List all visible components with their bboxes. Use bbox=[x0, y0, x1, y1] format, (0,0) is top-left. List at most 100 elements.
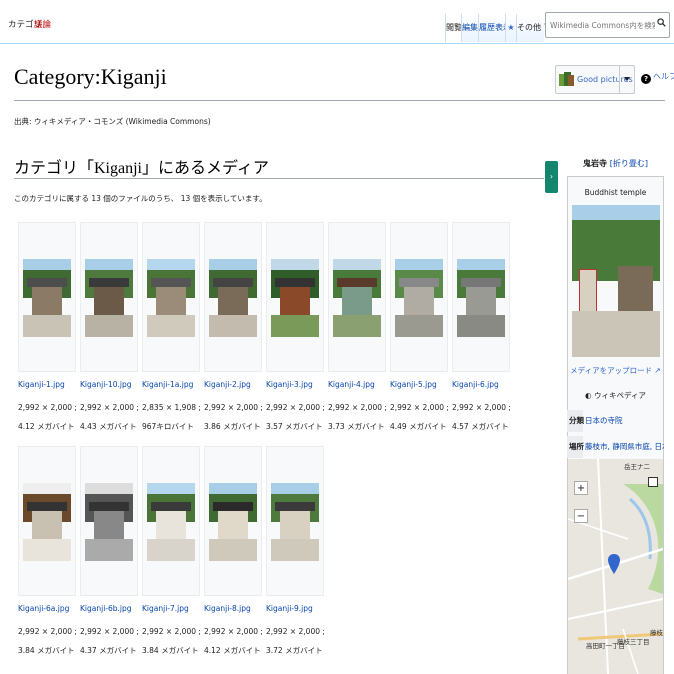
file-name-link[interactable]: Kiganji-3.jpg bbox=[266, 380, 313, 389]
file-thumbnail[interactable] bbox=[209, 483, 257, 561]
file-meta: 2,992 × 2,000 ; 4.57 メガバイト bbox=[452, 403, 511, 431]
file-name-link[interactable]: Kiganji-8.jpg bbox=[204, 604, 251, 613]
file-thumbnail[interactable] bbox=[271, 259, 319, 337]
search-input[interactable] bbox=[546, 13, 659, 38]
file-name-link[interactable]: Kiganji-10.jpg bbox=[80, 380, 132, 389]
help-link[interactable]: ヘルプ bbox=[653, 71, 674, 82]
good-pictures-button[interactable]: Good pictures bbox=[555, 65, 635, 94]
file-name-link[interactable]: Kiganji-2.jpg bbox=[204, 380, 251, 389]
location-map[interactable]: + − 岳王ナ二 高田町一丁目 藤枝三丁目 藤枝 bbox=[568, 459, 663, 674]
search-box[interactable] bbox=[545, 12, 670, 38]
file-meta: 2,992 × 2,000 ; 3.72 メガバイト bbox=[266, 627, 325, 655]
map-place-label: 岳王ナ二 bbox=[624, 463, 650, 471]
file-thumbnail[interactable] bbox=[457, 259, 505, 337]
map-zoom-out-button[interactable]: − bbox=[574, 509, 588, 523]
external-link-icon: ↗ bbox=[654, 366, 661, 375]
gallery-tile[interactable] bbox=[18, 446, 76, 596]
map-place-label: 藤枝三丁目 bbox=[617, 638, 650, 646]
title-divider bbox=[14, 100, 665, 101]
page-title: Category:Kiganji bbox=[14, 64, 167, 89]
file-name-link[interactable]: Kiganji-6a.jpg bbox=[18, 604, 69, 613]
gallery-tile[interactable] bbox=[80, 222, 138, 372]
file-thumbnail[interactable] bbox=[85, 259, 133, 337]
gallery-tile[interactable] bbox=[80, 446, 138, 596]
file-meta: 2,992 × 2,000 ; 3.86 メガバイト bbox=[204, 403, 263, 431]
file-thumbnail[interactable] bbox=[85, 483, 133, 561]
tab-more-label: その他 bbox=[517, 23, 541, 32]
infobox-title-text: 鬼岩寺 bbox=[582, 159, 607, 168]
tab-history[interactable]: 履歴表示 bbox=[478, 14, 511, 42]
collapse-link[interactable]: [折り畳む] bbox=[610, 159, 648, 168]
gallery-tile[interactable] bbox=[142, 446, 200, 596]
file-name-link[interactable]: Kiganji-6b.jpg bbox=[80, 604, 132, 613]
file-name-link[interactable]: Kiganji-5.jpg bbox=[390, 380, 437, 389]
file-thumbnail[interactable] bbox=[271, 483, 319, 561]
tab-view[interactable]: 閲覧 bbox=[445, 14, 462, 42]
map-fullscreen-icon[interactable] bbox=[648, 477, 658, 487]
file-thumbnail[interactable] bbox=[333, 259, 381, 337]
file-thumbnail[interactable] bbox=[395, 259, 443, 337]
infobox-row-location: 場所藤枝市, 静岡県市庭, 日本 bbox=[567, 436, 664, 458]
gallery-tile[interactable] bbox=[452, 222, 510, 372]
wikipedia-globe-icon: ◐ bbox=[585, 391, 592, 400]
row-value-link[interactable]: 日本の寺院 bbox=[583, 416, 623, 425]
tab-talk[interactable]: 議論 bbox=[34, 18, 51, 30]
file-meta: 2,992 × 2,000 ; 3.84 メガバイト bbox=[18, 627, 77, 655]
watch-star-icon[interactable]: ★ bbox=[505, 14, 516, 42]
tab-more[interactable]: その他 ˅ bbox=[516, 14, 548, 42]
file-thumbnail[interactable] bbox=[23, 483, 71, 561]
file-meta: 2,992 × 2,000 ; 4.37 メガバイト bbox=[80, 627, 139, 655]
gallery-tile[interactable] bbox=[204, 222, 262, 372]
map-marker-icon[interactable] bbox=[608, 554, 620, 574]
infobox-title: 鬼岩寺 [折り畳む] bbox=[567, 158, 664, 169]
file-thumbnail[interactable] bbox=[147, 259, 195, 337]
wikipedia-label: ウィキペディア bbox=[593, 391, 646, 400]
gallery-tile[interactable] bbox=[142, 222, 200, 372]
file-thumbnail[interactable] bbox=[23, 259, 71, 337]
file-name-link[interactable]: Kiganji-9.jpg bbox=[266, 604, 313, 613]
file-meta: 2,835 × 1,908 ; 967キロバイト bbox=[142, 403, 201, 431]
file-count: このカテゴリに属する 13 個のファイルのうち、 13 個を表示しています。 bbox=[14, 194, 267, 203]
media-heading: カテゴリ「Kiganji」にあるメディア bbox=[14, 160, 269, 177]
top-bar-border bbox=[0, 43, 674, 44]
file-name-link[interactable]: Kiganji-7.jpg bbox=[142, 604, 189, 613]
upload-media-label: メディアをアップロード bbox=[570, 366, 653, 375]
file-meta: 2,992 × 2,000 ; 3.84 メガバイト bbox=[142, 627, 201, 655]
file-meta: 2,992 × 2,000 ; 4.49 メガバイト bbox=[390, 403, 449, 431]
file-meta: 2,992 × 2,000 ; 3.57 メガバイト bbox=[266, 403, 325, 431]
file-thumbnail[interactable] bbox=[147, 483, 195, 561]
gallery-tile[interactable] bbox=[390, 222, 448, 372]
search-icon[interactable] bbox=[657, 18, 666, 27]
upload-media-link[interactable]: メディアをアップロード ↗ bbox=[567, 365, 664, 376]
media-heading-divider bbox=[14, 178, 544, 179]
chevron-down-icon bbox=[624, 77, 630, 81]
help-icon[interactable]: ? bbox=[641, 74, 651, 84]
row-value-link[interactable]: 藤枝市, 静岡県市庭, 日本 bbox=[583, 442, 664, 451]
expand-toggle-button[interactable]: › bbox=[545, 161, 558, 193]
file-meta: 2,992 × 2,000 ; 4.12 メガバイト bbox=[18, 403, 77, 431]
infobox-row-category: 分類日本の寺院 bbox=[567, 410, 664, 432]
row-key: 分類 bbox=[567, 410, 584, 432]
map-zoom-in-button[interactable]: + bbox=[574, 481, 588, 495]
map-place-label: 藤枝 bbox=[650, 629, 663, 637]
good-pictures-icon bbox=[559, 72, 574, 86]
gallery-tile[interactable] bbox=[18, 222, 76, 372]
good-pictures-dropdown[interactable] bbox=[619, 66, 635, 93]
file-name-link[interactable]: Kiganji-4.jpg bbox=[328, 380, 375, 389]
file-meta: 2,992 × 2,000 ; 4.12 メガバイト bbox=[204, 627, 263, 655]
file-name-link[interactable]: Kiganji-1a.jpg bbox=[142, 380, 193, 389]
row-key: 場所 bbox=[567, 436, 584, 458]
file-name-link[interactable]: Kiganji-6.jpg bbox=[452, 380, 499, 389]
source-line: 出典: ウィキメディア・コモンズ (Wikimedia Commons) bbox=[14, 117, 211, 126]
tab-edit[interactable]: 編集 bbox=[461, 14, 478, 42]
file-meta: 2,992 × 2,000 ; 4.43 メガバイト bbox=[80, 403, 139, 431]
file-name-link[interactable]: Kiganji-1.jpg bbox=[18, 380, 65, 389]
gallery-tile[interactable] bbox=[266, 446, 324, 596]
gallery-tile[interactable] bbox=[204, 446, 262, 596]
gallery-tile[interactable] bbox=[328, 222, 386, 372]
file-meta: 2,992 × 2,000 ; 3.73 メガバイト bbox=[328, 403, 387, 431]
wikipedia-link[interactable]: ◐ ウィキペディア bbox=[567, 390, 664, 401]
gallery-tile[interactable] bbox=[266, 222, 324, 372]
infobox-image[interactable] bbox=[572, 205, 660, 357]
file-thumbnail[interactable] bbox=[209, 259, 257, 337]
